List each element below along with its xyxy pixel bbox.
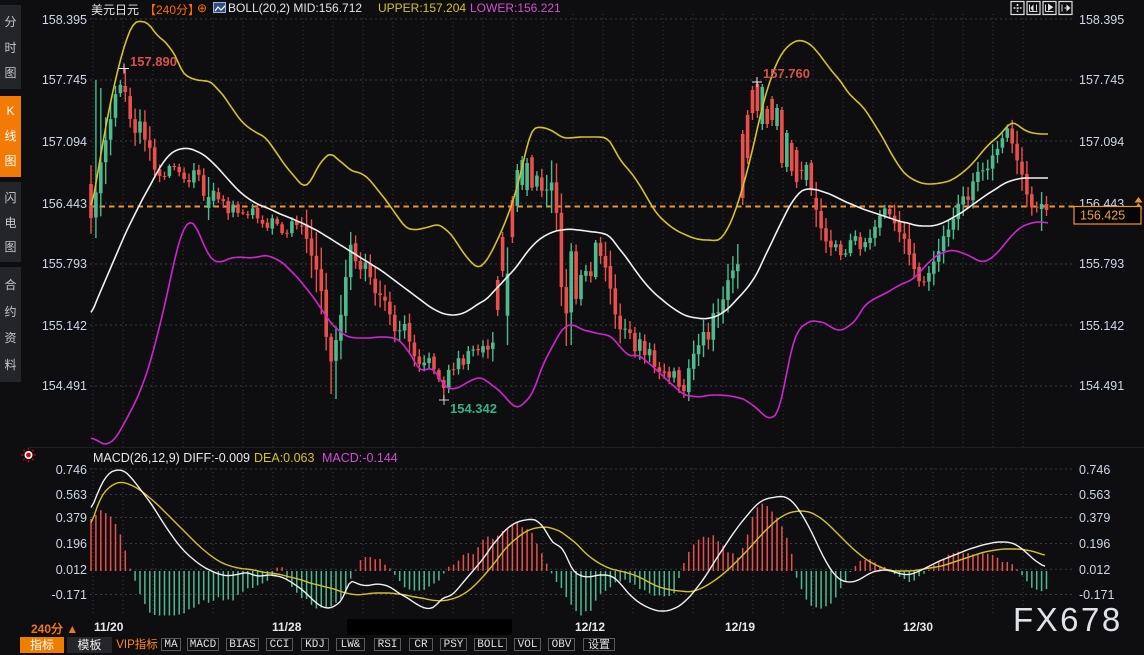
- svg-text:155.142: 155.142: [42, 319, 87, 333]
- svg-text:0.746: 0.746: [56, 463, 87, 477]
- svg-text:0.196: 0.196: [56, 537, 87, 551]
- svg-text:157.745: 157.745: [1079, 73, 1124, 87]
- svg-text:-0.171: -0.171: [1079, 588, 1114, 602]
- svg-text:157.890: 157.890: [130, 54, 177, 69]
- svg-text:154.491: 154.491: [42, 379, 87, 393]
- svg-text:155.793: 155.793: [42, 257, 87, 271]
- svg-text:MACD(26,12,9) DIFF:-0.009: MACD(26,12,9) DIFF:-0.009: [93, 451, 250, 465]
- svg-text:156.425: 156.425: [1080, 209, 1125, 223]
- svg-text:0.563: 0.563: [1079, 488, 1110, 502]
- svg-text:155.142: 155.142: [1079, 319, 1124, 333]
- svg-text:157.745: 157.745: [42, 73, 87, 87]
- svg-text:158.395: 158.395: [1079, 13, 1124, 27]
- svg-text:0.196: 0.196: [1079, 537, 1110, 551]
- svg-text:154.342: 154.342: [450, 401, 497, 416]
- svg-text:MACD:-0.144: MACD:-0.144: [322, 451, 398, 465]
- svg-text:0.012: 0.012: [56, 563, 87, 577]
- svg-text:157.760: 157.760: [763, 66, 810, 81]
- svg-text:-0.171: -0.171: [52, 588, 87, 602]
- svg-text:156.443: 156.443: [42, 197, 87, 211]
- svg-text:DEA:0.063: DEA:0.063: [254, 451, 315, 465]
- svg-text:0.379: 0.379: [1079, 511, 1110, 525]
- svg-text:0.563: 0.563: [56, 488, 87, 502]
- svg-text:154.491: 154.491: [1079, 379, 1124, 393]
- svg-text:158.395: 158.395: [42, 13, 87, 27]
- svg-text:157.094: 157.094: [1079, 135, 1124, 149]
- svg-text:0.012: 0.012: [1079, 563, 1110, 577]
- svg-text:155.793: 155.793: [1079, 257, 1124, 271]
- svg-text:0.379: 0.379: [56, 511, 87, 525]
- svg-text:0.746: 0.746: [1079, 463, 1110, 477]
- svg-text:157.094: 157.094: [42, 135, 87, 149]
